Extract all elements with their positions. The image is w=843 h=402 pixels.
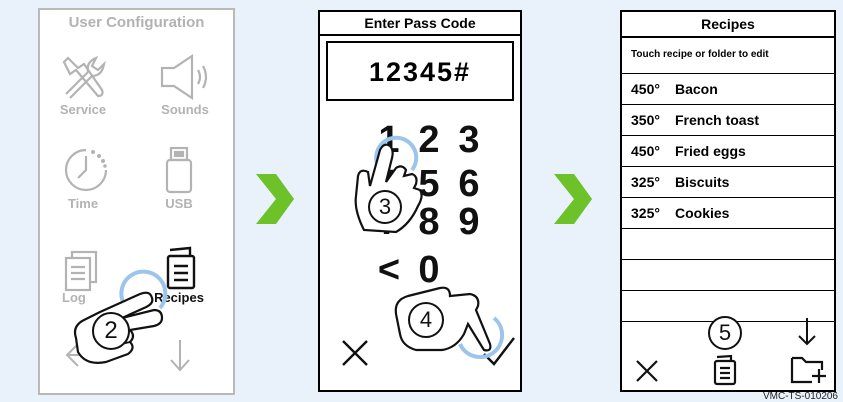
recipe-row[interactable]: 450° Bacon xyxy=(622,74,834,105)
recipe-name: Bacon xyxy=(675,81,718,97)
usb-label: USB xyxy=(165,196,193,211)
recipes-subtitle: Touch recipe or folder to edit xyxy=(622,36,834,74)
recipe-row[interactable]: 450° Fried eggs xyxy=(622,136,834,167)
sounds-label: Sounds xyxy=(161,102,209,117)
recipe-temp: 325° xyxy=(631,174,660,190)
pass-code-display: 12345# xyxy=(326,41,514,101)
cancel-x-icon[interactable] xyxy=(340,338,370,368)
speaker-icon[interactable] xyxy=(158,54,214,100)
add-folder-icon[interactable] xyxy=(790,352,828,386)
recipe-temp: 450° xyxy=(631,81,660,97)
step-2-badge: 2 xyxy=(92,312,130,350)
cancel-x-icon[interactable] xyxy=(634,358,660,384)
recipe-name: Fried eggs xyxy=(675,143,746,159)
recipe-row[interactable]: 325° Biscuits xyxy=(622,167,834,198)
recipe-name: Cookies xyxy=(675,205,730,221)
recipe-name: French toast xyxy=(675,112,760,128)
key-3[interactable]: 3 xyxy=(452,120,486,160)
next-arrow-icon-2 xyxy=(554,174,592,224)
recipes-screen: Recipes Touch recipe or folder to edit 4… xyxy=(620,10,836,392)
recipe-book-icon[interactable] xyxy=(712,354,738,386)
step-5-badge: 5 xyxy=(708,316,742,350)
step-3-badge: 3 xyxy=(368,190,402,224)
recipes-title: Recipes xyxy=(622,12,834,38)
recipe-row[interactable]: 350° French toast xyxy=(622,105,834,136)
usb-drive-icon[interactable] xyxy=(164,146,194,196)
recipe-temp: 350° xyxy=(631,112,660,128)
recipe-temp: 450° xyxy=(631,143,660,159)
empty-row[interactable] xyxy=(622,260,834,291)
key-9[interactable]: 9 xyxy=(452,202,486,242)
pass-code-title: Enter Pass Code xyxy=(320,12,520,36)
document-code: VMC-TS-010206 xyxy=(762,391,838,402)
recipe-row[interactable]: 325° Cookies xyxy=(622,198,834,229)
clock-icon[interactable] xyxy=(62,146,110,194)
recipe-temp: 325° xyxy=(631,205,660,221)
service-label: Service xyxy=(59,102,107,117)
service-tools-icon[interactable] xyxy=(58,50,110,102)
empty-row[interactable] xyxy=(622,229,834,260)
key-6[interactable]: 6 xyxy=(452,164,486,204)
next-arrow-icon-1 xyxy=(256,174,294,224)
user-configuration-title: User Configuration xyxy=(68,14,205,31)
step-4-badge: 4 xyxy=(408,302,444,338)
down-arrow-icon[interactable] xyxy=(796,316,818,348)
pass-code-screen: Enter Pass Code 12345# 1 2 3 4 5 6 7 8 9… xyxy=(318,10,522,392)
user-configuration-screen: User Configuration Service Sounds Time U… xyxy=(38,8,235,395)
recipe-name: Biscuits xyxy=(675,174,730,190)
down-arrow-icon[interactable] xyxy=(168,338,192,374)
time-label: Time xyxy=(67,196,99,211)
